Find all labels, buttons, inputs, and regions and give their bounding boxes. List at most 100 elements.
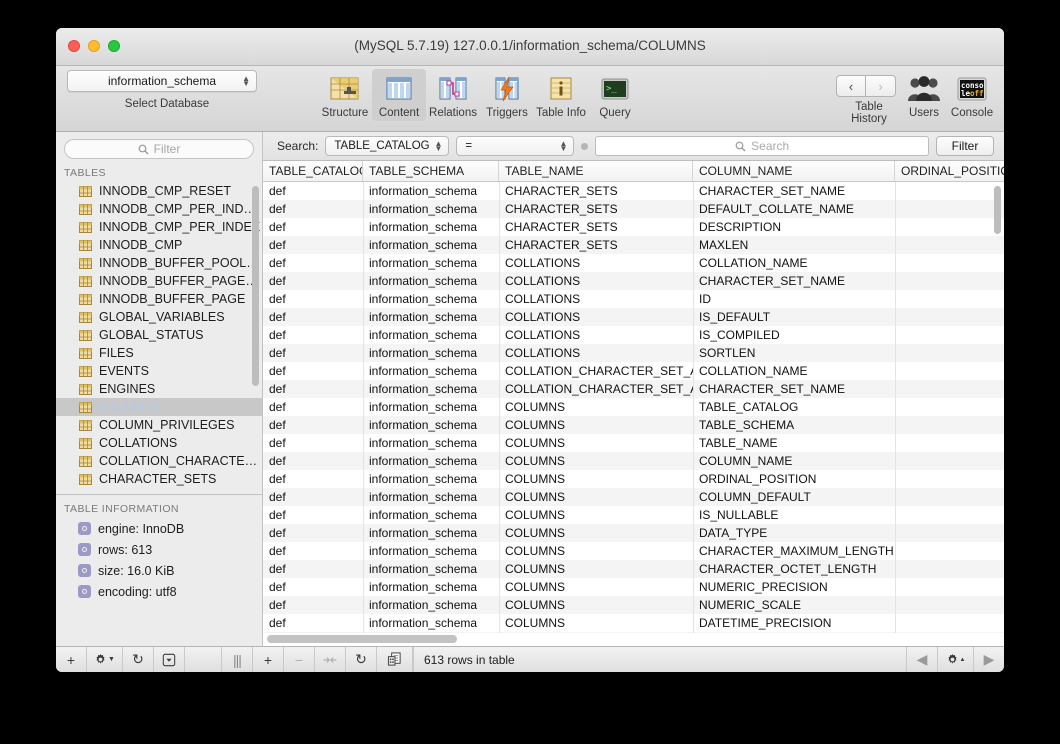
table-cell[interactable]: NUMERIC_SCALE [693, 596, 895, 614]
table-cell[interactable] [895, 542, 1004, 560]
table-cell[interactable]: information_schema [363, 200, 499, 218]
pagination-gear-button[interactable]: ▲ [937, 647, 973, 672]
table-cell[interactable]: def [263, 578, 363, 596]
table-cell[interactable]: def [263, 614, 363, 632]
table-cell[interactable]: def [263, 362, 363, 380]
table-cell[interactable] [895, 488, 1004, 506]
sidebar-table-item[interactable]: INNODB_BUFFER_PAGE… [56, 272, 262, 290]
history-forward-button[interactable]: › [866, 75, 896, 97]
table-cell[interactable]: IS_NULLABLE [693, 506, 895, 524]
table-row[interactable]: definformation_schemaCOLLATIONSSORTLEN [263, 344, 1004, 362]
table-row[interactable]: definformation_schemaCHARACTER_SETSCHARA… [263, 182, 1004, 200]
table-cell[interactable]: COLLATIONS [499, 272, 693, 290]
database-select[interactable]: information_schema ▲▼ [67, 70, 257, 92]
remove-row-button[interactable]: − [284, 647, 315, 672]
table-cell[interactable]: CHARACTER_MAXIMUM_LENGTH [693, 542, 895, 560]
table-cell[interactable]: information_schema [363, 560, 499, 578]
table-cell[interactable]: DEFAULT_COLLATE_NAME [693, 200, 895, 218]
table-cell[interactable]: CHARACTER_SETS [499, 182, 693, 200]
previous-page-button[interactable]: ◀ [906, 647, 937, 672]
search-input[interactable]: Search [595, 136, 929, 156]
sidebar-filter-input[interactable]: Filter [64, 139, 254, 159]
table-cell[interactable]: COLUMNS [499, 578, 693, 596]
table-cell[interactable]: information_schema [363, 380, 499, 398]
table-cell[interactable]: def [263, 470, 363, 488]
table-cell[interactable]: def [263, 506, 363, 524]
sidebar-table-item[interactable]: GLOBAL_VARIABLES [56, 308, 262, 326]
grid-column-header[interactable]: ORDINAL_POSITION [895, 161, 1004, 181]
table-row[interactable]: definformation_schemaCOLUMNSIS_NULLABLE [263, 506, 1004, 524]
table-cell[interactable]: COLUMNS [499, 398, 693, 416]
toolbar-users-button[interactable]: Users [902, 69, 946, 121]
copy-rows-button[interactable] [377, 647, 413, 672]
table-row[interactable]: definformation_schemaCOLLATIONSIS_COMPIL… [263, 326, 1004, 344]
table-cell[interactable]: information_schema [363, 362, 499, 380]
table-cell[interactable]: def [263, 524, 363, 542]
table-row[interactable]: definformation_schemaCOLUMNSCOLUMN_DEFAU… [263, 488, 1004, 506]
grid-header-row[interactable]: TABLE_CATALOGTABLE_SCHEMATABLE_NAMECOLUM… [263, 161, 1004, 182]
table-cell[interactable]: def [263, 272, 363, 290]
sidebar-table-item[interactable]: GLOBAL_STATUS [56, 326, 262, 344]
table-cell[interactable]: def [263, 434, 363, 452]
table-cell[interactable]: COLUMNS [499, 542, 693, 560]
toolbar-tab-structure[interactable]: Structure [318, 69, 372, 121]
table-cell[interactable] [895, 614, 1004, 632]
table-cell[interactable]: COLLATIONS [499, 308, 693, 326]
table-cell[interactable]: def [263, 452, 363, 470]
table-cell[interactable]: information_schema [363, 182, 499, 200]
sidebar-table-item[interactable]: EVENTS [56, 362, 262, 380]
sidebar-table-item[interactable]: INNODB_BUFFER_POOL… [56, 254, 262, 272]
table-cell[interactable]: COLLATIONS [499, 290, 693, 308]
table-cell[interactable]: information_schema [363, 434, 499, 452]
grid-column-header[interactable]: TABLE_SCHEMA [363, 161, 499, 181]
table-cell[interactable]: def [263, 380, 363, 398]
table-cell[interactable]: information_schema [363, 470, 499, 488]
toolbar-tab-query[interactable]: >_ Query [588, 69, 642, 121]
table-cell[interactable]: COLUMN_NAME [693, 452, 895, 470]
table-cell[interactable] [895, 506, 1004, 524]
table-cell[interactable]: COLUMNS [499, 434, 693, 452]
table-cell[interactable]: information_schema [363, 542, 499, 560]
table-row[interactable]: definformation_schemaCOLLATIONSID [263, 290, 1004, 308]
history-back-button[interactable]: ‹ [836, 75, 866, 97]
table-cell[interactable]: DATETIME_PRECISION [693, 614, 895, 632]
sidebar-scrollbar-thumb[interactable] [252, 186, 259, 386]
next-page-button[interactable]: ▶ [973, 647, 1004, 672]
table-cell[interactable]: TABLE_NAME [693, 434, 895, 452]
table-cell[interactable] [895, 578, 1004, 596]
toolbar-console-button[interactable]: conso le off Console [946, 69, 998, 121]
pane-resize-handle[interactable]: ||| [222, 647, 253, 672]
sidebar-table-item[interactable]: COLUMN_PRIVILEGES [56, 416, 262, 434]
table-cell[interactable] [895, 326, 1004, 344]
table-cell[interactable] [895, 596, 1004, 614]
duplicate-row-button[interactable] [315, 647, 346, 672]
table-cell[interactable]: COLUMNS [499, 470, 693, 488]
table-row[interactable]: definformation_schemaCOLUMNSNUMERIC_PREC… [263, 578, 1004, 596]
table-cell[interactable]: information_schema [363, 254, 499, 272]
table-row[interactable]: definformation_schemaCOLLATIONSCHARACTER… [263, 272, 1004, 290]
table-cell[interactable]: def [263, 308, 363, 326]
table-cell[interactable]: def [263, 416, 363, 434]
reload-rows-button[interactable]: ↻ [346, 647, 377, 672]
table-cell[interactable]: information_schema [363, 290, 499, 308]
table-cell[interactable]: COLLATIONS [499, 326, 693, 344]
table-cell[interactable]: COLUMNS [499, 452, 693, 470]
table-cell[interactable]: information_schema [363, 488, 499, 506]
table-row[interactable]: definformation_schemaCOLUMNSTABLE_CATALO… [263, 398, 1004, 416]
table-cell[interactable]: COLUMNS [499, 488, 693, 506]
table-row[interactable]: definformation_schemaCOLUMNSTABLE_SCHEMA [263, 416, 1004, 434]
table-row[interactable]: definformation_schemaCHARACTER_SETSDESCR… [263, 218, 1004, 236]
table-cell[interactable] [895, 254, 1004, 272]
table-cell[interactable]: TABLE_CATALOG [693, 398, 895, 416]
table-cell[interactable]: DESCRIPTION [693, 218, 895, 236]
table-cell[interactable]: COLUMNS [499, 560, 693, 578]
sidebar-table-item[interactable]: COLLATIONS [56, 434, 262, 452]
table-cell[interactable]: def [263, 200, 363, 218]
table-cell[interactable]: information_schema [363, 236, 499, 254]
table-cell[interactable]: COLUMNS [499, 596, 693, 614]
table-cell[interactable] [895, 380, 1004, 398]
table-cell[interactable]: IS_COMPILED [693, 326, 895, 344]
table-row[interactable]: definformation_schemaCHARACTER_SETSDEFAU… [263, 200, 1004, 218]
table-cell[interactable]: def [263, 290, 363, 308]
table-cell[interactable]: CHARACTER_SET_NAME [693, 182, 895, 200]
